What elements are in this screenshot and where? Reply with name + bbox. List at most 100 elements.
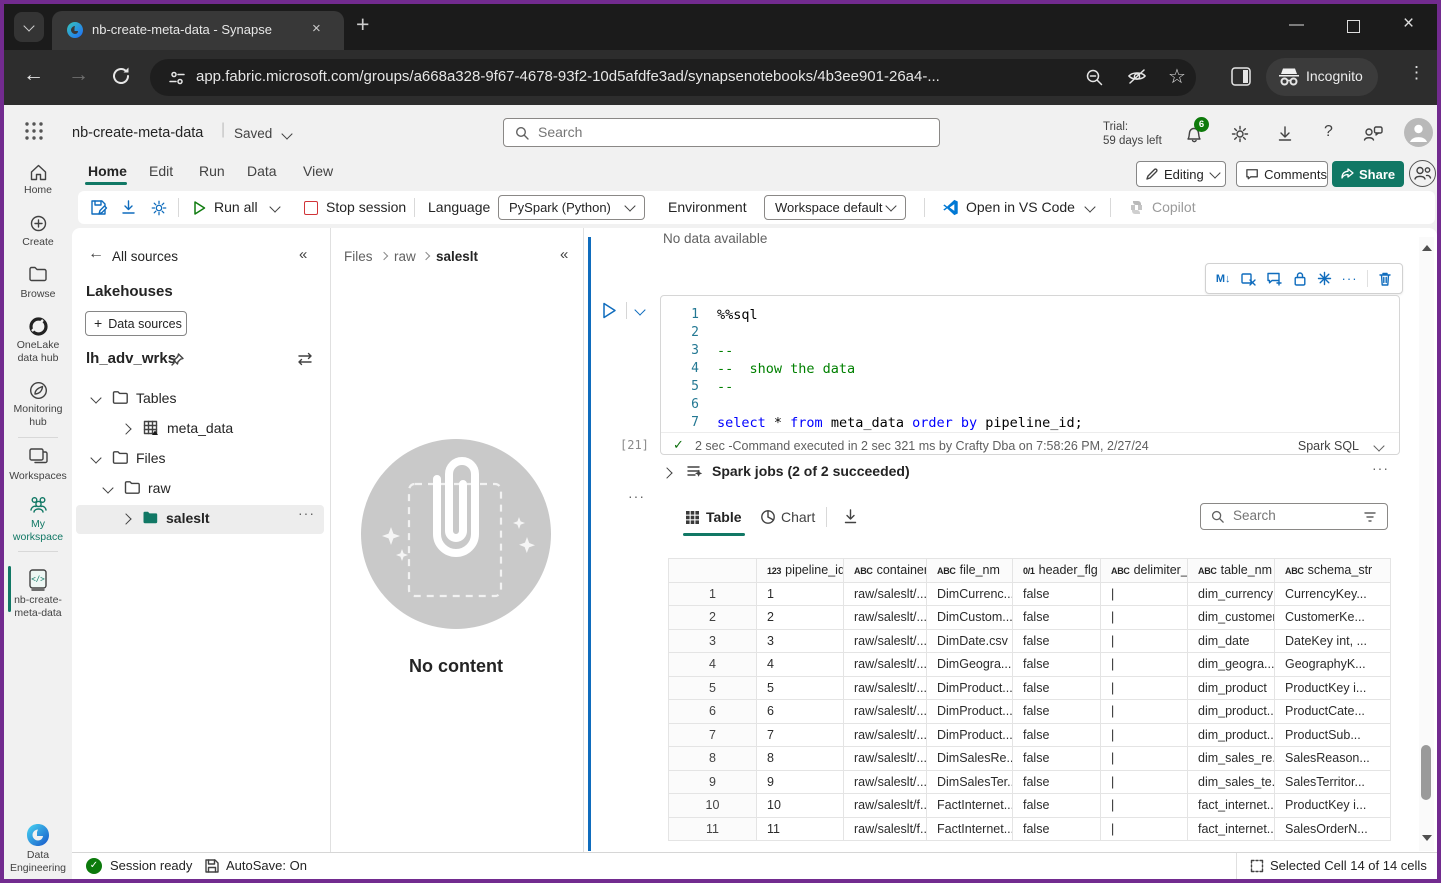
grid-cell[interactable]: raw/saleslt/... <box>844 676 927 700</box>
tree-item-raw[interactable]: raw <box>148 480 171 496</box>
settings-gear-icon[interactable] <box>1230 124 1250 144</box>
url-text[interactable]: app.fabric.microsoft.com/groups/a668a328… <box>196 68 940 85</box>
grid-cell[interactable]: | <box>1101 629 1188 653</box>
zoom-out-icon[interactable] <box>1084 67 1105 88</box>
tree-item-saleslt[interactable]: saleslt <box>166 510 210 526</box>
grid-cell[interactable]: DimCustom... <box>927 606 1013 630</box>
pin-icon[interactable] <box>170 352 185 367</box>
add-comment-icon[interactable] <box>1266 271 1283 286</box>
environment-dropdown[interactable]: Workspace default <box>764 195 906 220</box>
tab-chart[interactable]: Chart <box>781 509 815 525</box>
grid-cell[interactable]: raw/saleslt/... <box>844 606 927 630</box>
collapse-files-panel-icon[interactable]: « <box>560 246 568 263</box>
rail-notebook-label[interactable]: nb-create- <box>4 594 72 606</box>
grid-cell[interactable]: false <box>1013 747 1101 771</box>
grid-row-number[interactable]: 2 <box>669 606 757 630</box>
download-results-icon[interactable] <box>842 508 859 526</box>
back-arrow-icon[interactable]: ← <box>88 245 104 263</box>
saleslt-more-icon[interactable]: ··· <box>298 505 315 521</box>
grid-cell[interactable]: | <box>1101 606 1188 630</box>
grid-row[interactable]: 99raw/saleslt/...DimSalesTer...false|dim… <box>669 770 1391 794</box>
global-search-input[interactable] <box>536 123 920 141</box>
grid-cell[interactable]: DimCurrenc... <box>927 582 1013 606</box>
tab-edit[interactable]: Edit <box>149 163 173 179</box>
grid-cell[interactable]: false <box>1013 794 1101 818</box>
grid-cell[interactable]: | <box>1101 723 1188 747</box>
address-bar[interactable]: app.fabric.microsoft.com/groups/a668a328… <box>150 59 1196 96</box>
grid-cell[interactable]: 5 <box>757 676 844 700</box>
grid-cell[interactable]: false <box>1013 629 1101 653</box>
rail-browse-label[interactable]: Browse <box>4 288 72 300</box>
grid-cell[interactable]: | <box>1101 582 1188 606</box>
grid-column-header[interactable]: 0/1header_flg <box>1013 559 1101 583</box>
grid-cell[interactable]: raw/saleslt/... <box>844 770 927 794</box>
open-vscode-label[interactable]: Open in VS Code <box>966 199 1075 215</box>
save-status[interactable]: Saved <box>234 126 272 141</box>
grid-cell[interactable]: DimProduct... <box>927 700 1013 724</box>
grid-cell[interactable]: | <box>1101 700 1188 724</box>
rail-data-engineering-label[interactable]: Data <box>4 849 72 861</box>
share-button[interactable]: Share <box>1332 161 1404 187</box>
markdown-icon[interactable]: M↓ <box>1216 273 1231 285</box>
stop-session-icon[interactable] <box>304 201 318 215</box>
grid-cell[interactable]: raw/saleslt/... <box>844 653 927 677</box>
rail-my-workspace-label[interactable]: My <box>4 518 72 530</box>
grid-row-number[interactable]: 5 <box>669 676 757 700</box>
stop-session-label[interactable]: Stop session <box>326 199 406 215</box>
grid-row[interactable]: 22raw/saleslt/...DimCustom...false|dim_c… <box>669 606 1391 630</box>
grid-cell[interactable]: 4 <box>757 653 844 677</box>
my-workspace-icon[interactable] <box>27 495 50 515</box>
window-minimize-button[interactable]: — <box>1289 16 1304 33</box>
notebook-title[interactable]: nb-create-meta-data <box>72 125 203 141</box>
grid-cell[interactable]: false <box>1013 676 1101 700</box>
grid-cell[interactable]: ProductCate... <box>1275 700 1391 724</box>
grid-cell[interactable]: | <box>1101 653 1188 677</box>
rail-home-label[interactable]: Home <box>4 184 72 196</box>
grid-row[interactable]: 1010raw/saleslt/f...FactInternet...false… <box>669 794 1391 818</box>
create-icon[interactable] <box>29 214 48 233</box>
autosave-label[interactable]: AutoSave: On <box>226 858 307 873</box>
vscode-chevron-icon[interactable] <box>1084 201 1095 212</box>
grid-cell[interactable]: false <box>1013 770 1101 794</box>
side-panel-icon[interactable] <box>1230 66 1253 88</box>
grid-cell[interactable]: dim_sales_re... <box>1188 747 1275 771</box>
grid-row[interactable]: 1111raw/saleslt/f...FactInternet...false… <box>669 817 1391 841</box>
grid-cell[interactable]: ProductKey i... <box>1275 676 1391 700</box>
data-sources-button[interactable]: + Data sources <box>85 311 187 336</box>
spark-jobs-more-icon[interactable]: ··· <box>1372 460 1389 476</box>
grid-cell[interactable]: raw/saleslt/f... <box>844 794 927 818</box>
grid-row-number[interactable]: 6 <box>669 700 757 724</box>
rail-monitoring-label[interactable]: Monitoring <box>4 403 72 415</box>
site-settings-icon[interactable] <box>167 68 187 88</box>
grid-row[interactable]: 33raw/saleslt/...DimDate.csvfalse|dim_da… <box>669 629 1391 653</box>
grid-cell[interactable]: raw/saleslt/... <box>844 629 927 653</box>
grid-column-header[interactable]: ABCdelimiter_... <box>1101 559 1188 583</box>
session-status-label[interactable]: Session ready <box>110 858 192 873</box>
results-search-input[interactable] <box>1231 507 1360 524</box>
grid-cell[interactable]: CustomerKe... <box>1275 606 1391 630</box>
grid-cell[interactable]: 3 <box>757 629 844 653</box>
tab-table[interactable]: Table <box>706 509 742 525</box>
grid-cell[interactable]: dim_date <box>1188 629 1275 653</box>
rail-notebook-label2[interactable]: meta-data <box>4 607 72 619</box>
cell-language-chevron[interactable] <box>1373 440 1384 451</box>
grid-cell[interactable]: DateKey int, ... <box>1275 629 1391 653</box>
workspaces-icon[interactable] <box>28 447 49 466</box>
grid-cell[interactable]: dim_currency <box>1188 582 1275 606</box>
code-editor[interactable]: %%sql ---- show the data-- select * from… <box>717 306 1083 432</box>
tab-close-icon[interactable]: × <box>312 20 321 37</box>
grid-row[interactable]: 77raw/saleslt/...DimProduct...false|dim_… <box>669 723 1391 747</box>
session-settings-gear-icon[interactable] <box>150 199 168 217</box>
grid-cell[interactable]: 1 <box>757 582 844 606</box>
run-all-label[interactable]: Run all <box>214 199 258 215</box>
editing-mode-button[interactable]: Editing <box>1136 161 1226 187</box>
rail-onelake-label2[interactable]: data hub <box>4 352 72 364</box>
grid-cell[interactable]: raw/saleslt/... <box>844 700 927 724</box>
cell-more-icon[interactable]: ··· <box>1342 271 1358 286</box>
grid-cell[interactable]: ProductSub... <box>1275 723 1391 747</box>
rail-my-workspace-label2[interactable]: workspace <box>4 531 72 543</box>
run-all-play-icon[interactable] <box>192 200 207 216</box>
save-icon[interactable] <box>90 199 108 217</box>
grid-row-number[interactable]: 10 <box>669 794 757 818</box>
tab-search-button[interactable] <box>14 12 44 42</box>
